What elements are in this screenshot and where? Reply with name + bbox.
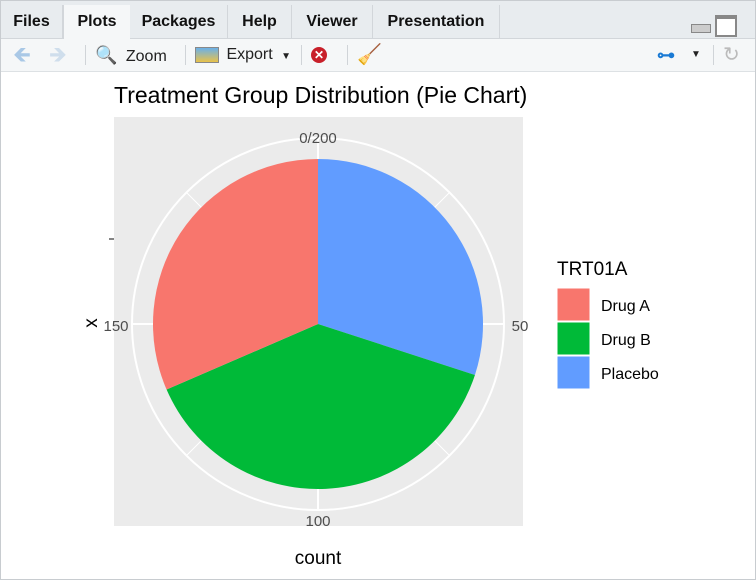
image-export-icon [195,46,219,63]
chart-title: Treatment Group Distribution (Pie Chart) [114,82,527,108]
publish-icon[interactable]: ⊶ [657,39,675,71]
plots-pane: Files Plots Packages Help Viewer Present… [0,0,756,580]
legend-key [556,355,591,390]
delete-icon: ✕ [311,46,327,63]
legend-label: Placebo [601,366,659,383]
back-arrow-icon[interactable]: 🡸 [13,39,31,71]
x-axis-label: count [295,548,342,569]
export-button[interactable]: Export ▼ [195,39,291,71]
tab-bar: Files Plots Packages Help Viewer Present… [1,1,755,39]
publish-chevron-icon[interactable]: ▼ [691,39,701,71]
minimize-icon[interactable] [691,24,711,33]
legend-key [556,321,591,356]
theta-tick-label: 100 [305,513,330,530]
tab-help[interactable]: Help [228,5,292,38]
theta-tick-label: 150 [103,318,128,335]
maximize-icon[interactable] [715,15,737,37]
tab-viewer[interactable]: Viewer [292,5,373,38]
legend: Drug A Drug B Placebo [556,287,659,390]
legend-key [556,287,591,322]
plot-toolbar: 🡸 🡺 🔍 Zoom Export ▼ ✕ 🧹 ⊶ ▼ ↻ [1,39,755,72]
tab-presentation[interactable]: Presentation [373,5,500,38]
zoom-button[interactable]: 🔍 Zoom [95,39,167,71]
chevron-down-icon: ▼ [281,51,292,62]
forward-arrow-icon[interactable]: 🡺 [49,39,67,71]
legend-label: Drug A [601,298,650,315]
magnifier-icon: 🔍 [95,45,118,65]
legend-title: TRT01A [557,259,628,280]
tab-plots[interactable]: Plots [63,5,131,39]
broom-icon[interactable]: 🧹 [357,39,382,71]
pie-chart: Treatment Group Distribution (Pie Chart)… [81,82,659,569]
y-axis-label: x [81,318,102,328]
theta-tick-label: 0/200 [299,130,337,147]
tab-files[interactable]: Files [1,5,63,38]
pie-slices [153,159,483,489]
remove-plot-button[interactable]: ✕ [311,39,327,71]
theta-tick-label: 50 [512,318,529,335]
refresh-icon[interactable]: ↻ [723,39,740,71]
tab-packages[interactable]: Packages [130,5,228,38]
legend-label: Drug B [601,332,651,349]
